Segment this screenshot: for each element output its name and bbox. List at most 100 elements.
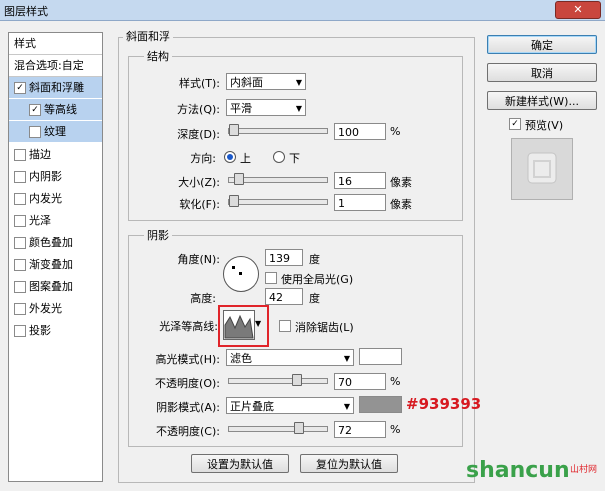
contour-chevron-down-icon[interactable]: ▼ [255,319,261,328]
direction-down-radio[interactable] [273,151,285,163]
style-item-texture[interactable]: 纹理 [9,121,102,142]
altitude-input[interactable]: 42 [265,288,303,305]
watermark-logo: shancun [466,458,570,483]
gradient-overlay-checkbox[interactable] [14,259,26,271]
style-item-bevel[interactable]: ✓ 斜面和浮雕 [9,77,102,98]
cancel-button[interactable]: 取消 [487,63,597,82]
style-item-inner-glow[interactable]: 内发光 [9,188,102,209]
soften-slider[interactable] [228,195,328,207]
watermark-sub: 山村网 [570,465,598,475]
direction-down-label: 下 [289,152,300,165]
style-item-gradient-overlay[interactable]: 渐变叠加 [9,254,102,275]
make-default-button[interactable]: 设置为默认值 [191,454,289,473]
inner-glow-label: 内发光 [29,192,62,205]
stroke-checkbox[interactable] [14,149,26,161]
style-item-contour[interactable]: ✓ 等高线 [9,99,102,120]
shadow-color-swatch[interactable] [359,396,402,413]
highlight-color-swatch[interactable] [359,348,402,365]
soften-unit: 像素 [390,198,412,211]
style-dropdown[interactable]: 内斜面 ▼ [226,73,306,90]
style-item-pattern-overlay[interactable]: 图案叠加 [9,276,102,297]
antialias-checkbox[interactable] [279,320,291,332]
global-light-label: 使用全局光(G) [281,273,354,286]
size-unit: 像素 [390,176,412,189]
outer-glow-checkbox[interactable] [14,303,26,315]
style-preview-thumbnail [511,138,573,200]
global-light-checkbox[interactable] [265,272,277,284]
shadow-opacity-slider[interactable] [228,422,328,434]
size-input[interactable]: 16 [334,172,386,189]
inner-shadow-checkbox[interactable] [14,171,26,183]
reset-default-button[interactable]: 复位为默认值 [300,454,398,473]
angle-dial-center [239,272,242,275]
window-title: 图层样式 [4,5,48,18]
pattern-overlay-checkbox[interactable] [14,281,26,293]
chevron-down-icon: ▼ [295,104,302,113]
chevron-down-icon: ▼ [295,78,302,87]
soften-slider-thumb[interactable] [229,195,239,207]
preview-swatch-icon [527,152,557,184]
size-slider[interactable] [228,173,328,185]
shadow-opacity-thumb[interactable] [294,422,304,434]
depth-slider[interactable] [228,124,328,136]
highlight-opacity-slider[interactable] [228,374,328,386]
angle-input[interactable]: 139 [265,249,303,266]
bevel-checkbox[interactable]: ✓ [14,82,26,94]
direction-up-label: 上 [240,152,251,165]
title-bar: 图层样式 ✕ [0,0,605,21]
styles-header[interactable]: 样式 [9,33,102,55]
shadow-opacity-input[interactable]: 72 [334,421,386,438]
shadow-opacity-unit: % [390,423,401,436]
bevel-label: 斜面和浮雕 [29,81,84,94]
highlight-opacity-input[interactable]: 70 [334,373,386,390]
size-slider-thumb[interactable] [234,173,244,185]
soften-label: 软化(F): [179,198,220,211]
blending-options[interactable]: 混合选项:自定 [9,55,102,77]
styles-list: 样式 混合选项:自定 ✓ 斜面和浮雕 ✓ 等高线 纹理 描边 内阴影 内发光 光… [8,32,103,482]
highlight-opacity-thumb[interactable] [292,374,302,386]
depth-slider-thumb[interactable] [229,124,239,136]
depth-label: 深度(D): [177,128,220,141]
close-button[interactable]: ✕ [555,1,601,19]
angle-label: 角度(N): [177,253,220,266]
style-item-inner-shadow[interactable]: 内阴影 [9,166,102,187]
preview-checkbox[interactable]: ✓ [509,118,521,130]
angle-dial[interactable] [223,256,259,292]
highlight-mode-dropdown[interactable]: 滤色 ▼ [226,349,354,366]
gloss-contour-picker[interactable] [223,310,255,340]
style-label: 样式(T): [178,77,220,90]
texture-checkbox[interactable] [29,126,41,138]
contour-label: 等高线 [44,103,77,116]
texture-label: 纹理 [44,125,66,138]
soften-input[interactable]: 1 [334,194,386,211]
new-style-button[interactable]: 新建样式(W)... [487,91,597,110]
method-dropdown[interactable]: 平滑 ▼ [226,99,306,116]
style-item-satin[interactable]: 光泽 [9,210,102,231]
chevron-down-icon: ▼ [343,402,350,411]
color-overlay-checkbox[interactable] [14,237,26,249]
style-item-outer-glow[interactable]: 外发光 [9,298,102,319]
ok-button[interactable]: 确定 [487,35,597,54]
style-value: 内斜面 [230,76,263,89]
direction-label: 方向: [190,152,216,165]
method-label: 方法(Q): [177,103,220,116]
contour-curve-icon [224,314,254,339]
direction-up-radio[interactable] [224,151,236,163]
highlight-opacity-unit: % [390,375,401,388]
satin-checkbox[interactable] [14,215,26,227]
gradient-overlay-label: 渐变叠加 [29,258,73,271]
method-value: 平滑 [230,102,252,115]
contour-checkbox[interactable]: ✓ [29,104,41,116]
shadow-mode-dropdown[interactable]: 正片叠底 ▼ [226,397,354,414]
depth-input[interactable]: 100 [334,123,386,140]
style-item-color-overlay[interactable]: 颜色叠加 [9,232,102,253]
inner-glow-checkbox[interactable] [14,193,26,205]
preview-label: 预览(V) [525,119,564,132]
gloss-contour-label: 光泽等高线: [159,320,218,333]
drop-shadow-checkbox[interactable] [14,325,26,337]
inner-shadow-label: 内阴影 [29,170,62,183]
shadow-mode-value: 正片叠底 [230,400,274,413]
blending-options-label: 混合选项:自定 [14,59,84,72]
style-item-stroke[interactable]: 描边 [9,144,102,165]
style-item-drop-shadow[interactable]: 投影 [9,320,102,341]
